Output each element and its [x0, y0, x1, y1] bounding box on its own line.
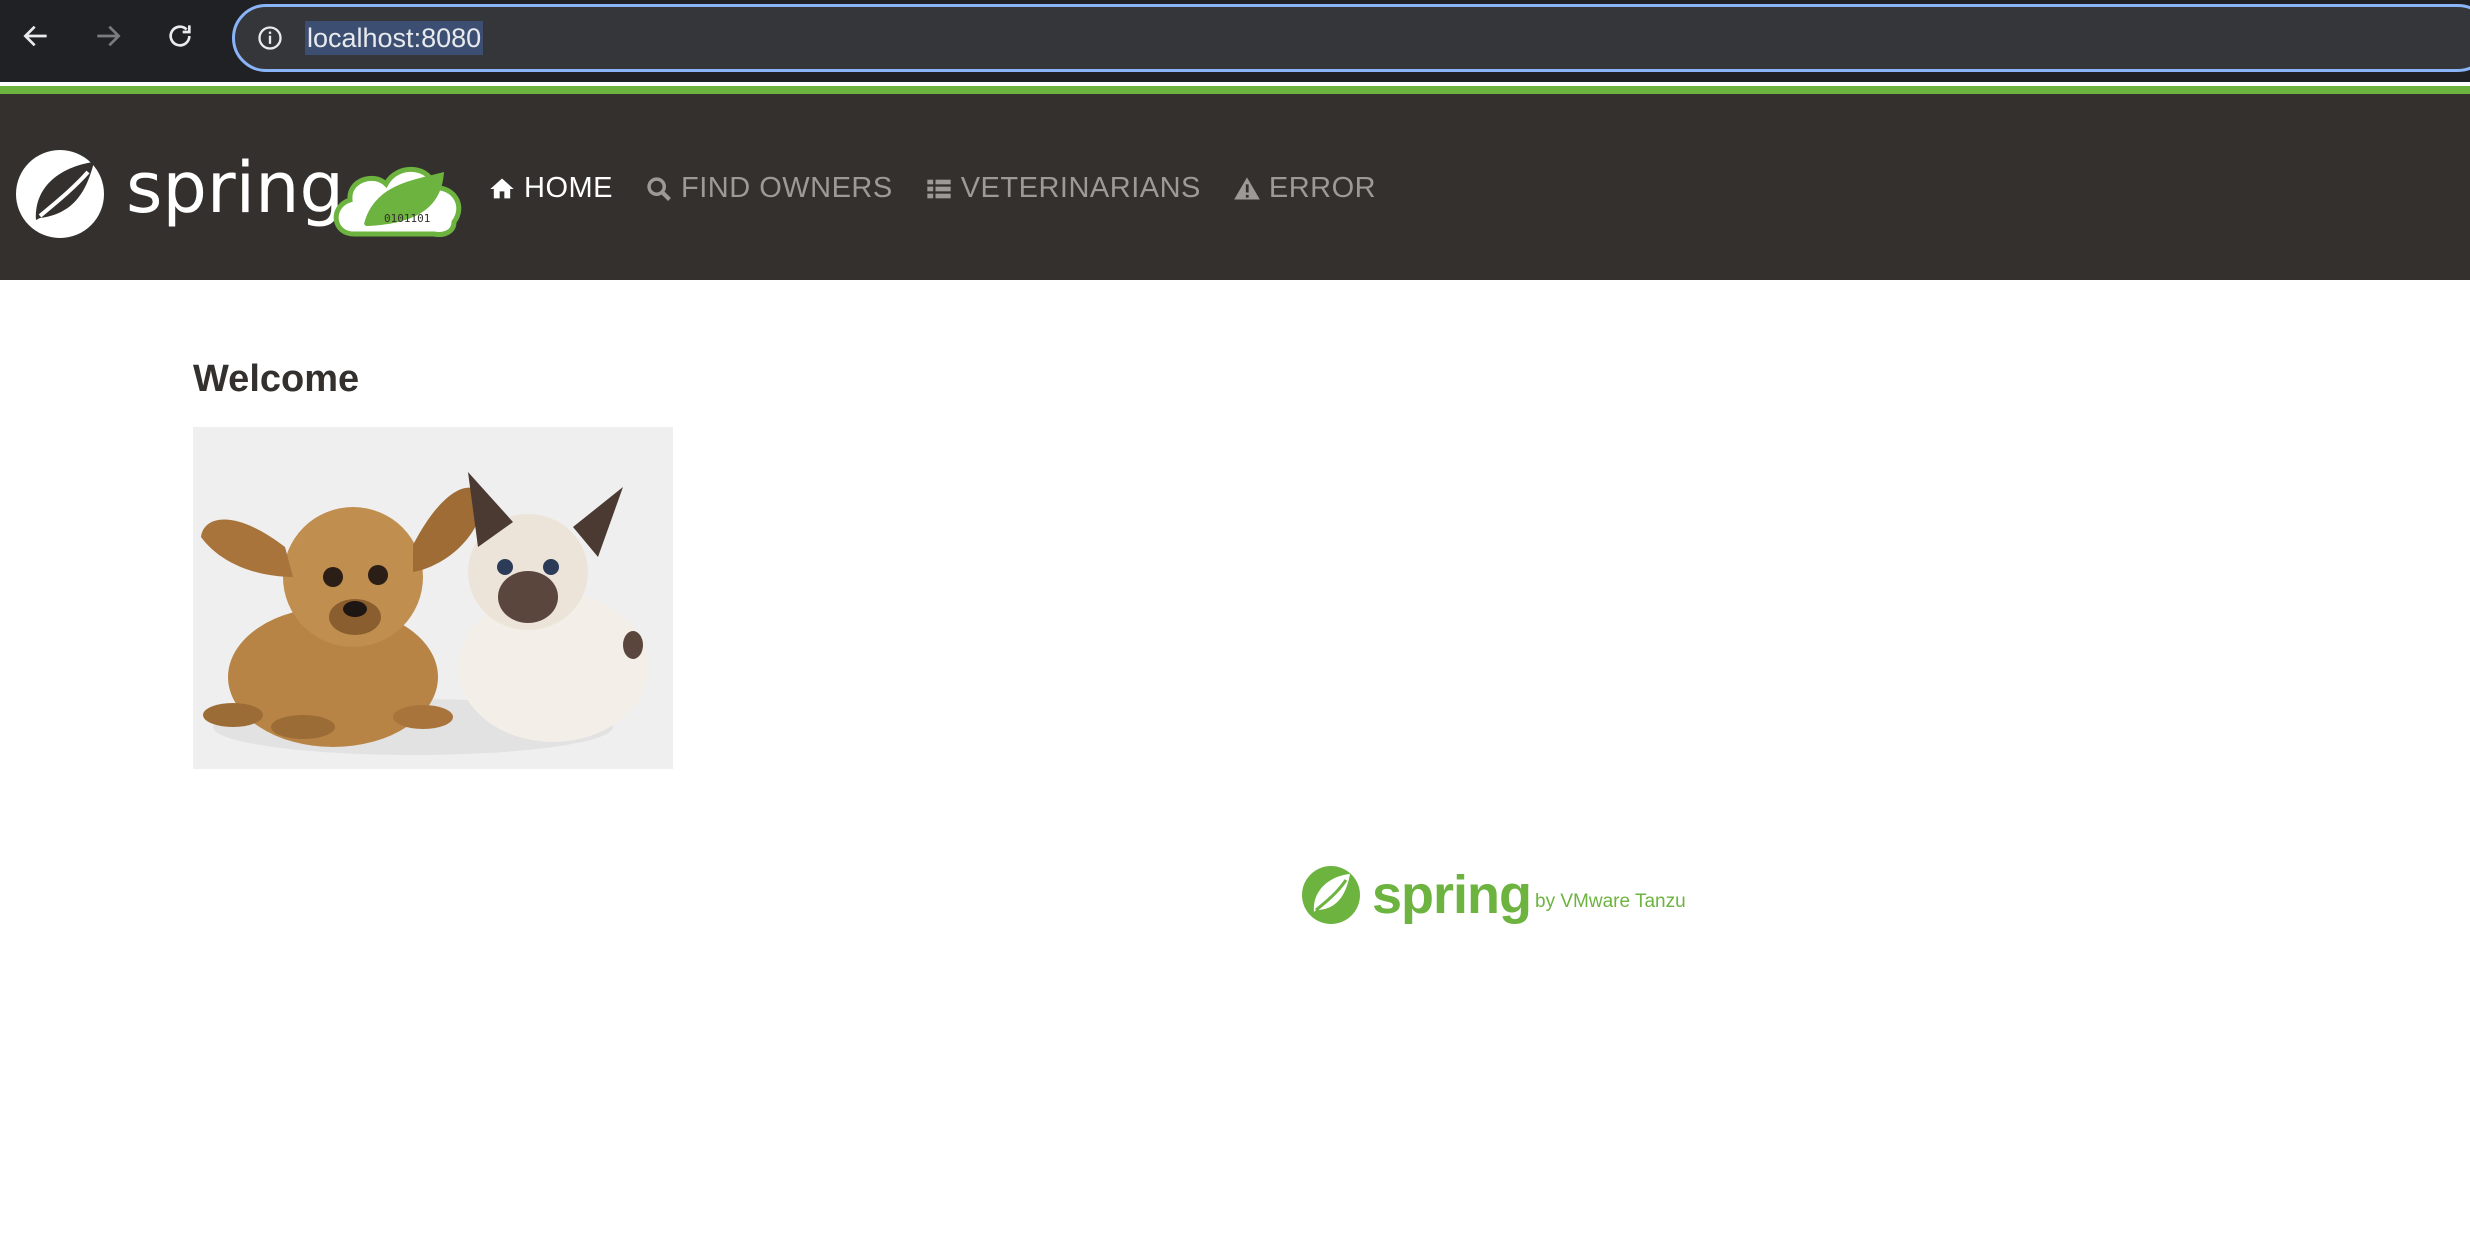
pets-photo: [193, 427, 673, 769]
footer-spring-logo: spring by VMware Tanzu: [1300, 862, 1720, 928]
arrow-left-icon: [23, 25, 47, 47]
menu-item-label: HOME: [524, 172, 613, 204]
reload-button[interactable]: [160, 16, 200, 56]
arrow-right-icon: [97, 25, 121, 47]
warning-icon: [1234, 176, 1260, 199]
forward-button[interactable]: [88, 16, 128, 56]
app-navbar: spring 0101101 HOME FIND OWNERS VETERINA…: [0, 94, 2470, 280]
spring-leaf-icon: [1302, 866, 1360, 924]
menu-item-label: VETERINARIANS: [960, 172, 1201, 204]
header-accent-line: [0, 86, 2470, 94]
spring-petclinic-logo[interactable]: spring 0101101: [14, 144, 474, 244]
menu-item-label: FIND OWNERS: [681, 172, 893, 204]
svg-text:0101101: 0101101: [384, 212, 430, 225]
browser-toolbar: localhost:8080: [0, 0, 2470, 82]
menu-item-error[interactable]: ERROR: [1233, 172, 1376, 205]
footer-tagline: by VMware Tanzu: [1535, 891, 1686, 912]
menu-item-label: ERROR: [1268, 172, 1377, 204]
footer-brand: spring: [1372, 865, 1532, 925]
menu-item-veterinarians[interactable]: VETERINARIANS: [925, 172, 1201, 205]
reload-icon: [169, 25, 191, 47]
search-icon: [647, 176, 671, 201]
list-icon: [927, 179, 951, 198]
main-menu: HOME FIND OWNERS VETERINARIANS ERROR: [488, 172, 1376, 205]
info-icon[interactable]: [255, 23, 285, 53]
page-title: Welcome: [193, 358, 360, 400]
back-button[interactable]: [16, 16, 56, 56]
svg-text:spring: spring: [126, 147, 344, 229]
url-text[interactable]: localhost:8080: [305, 21, 484, 55]
menu-item-find-owners[interactable]: FIND OWNERS: [645, 172, 893, 205]
address-bar[interactable]: localhost:8080: [232, 4, 2470, 72]
menu-item-home[interactable]: HOME: [488, 172, 613, 205]
home-icon: [490, 178, 514, 198]
